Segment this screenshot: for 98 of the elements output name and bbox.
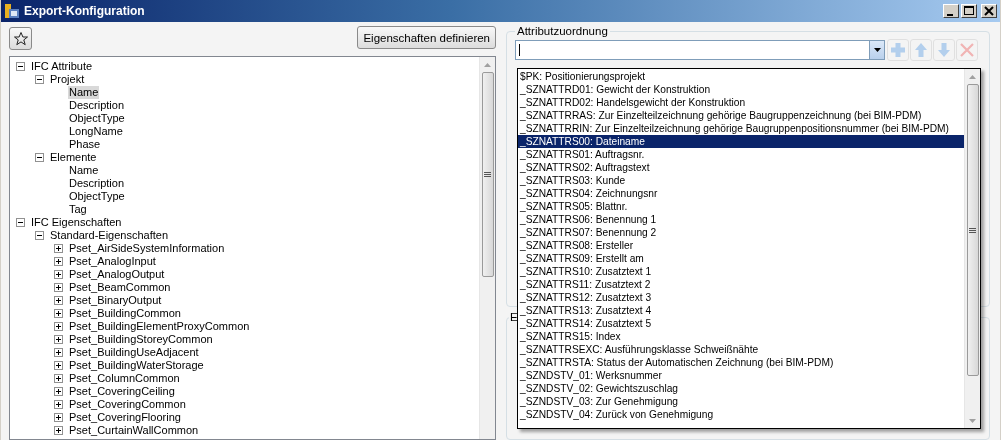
tree-item[interactable]: Pset_BuildingUseAdjacent [68,346,200,359]
expand-icon[interactable] [54,361,63,370]
tree-item[interactable]: Pset_BeamCommon [68,281,172,294]
dropdown-item[interactable]: _SZNATTRSTA: Status der Automatischen Zeichnung (bei BIM-PDM) [518,356,964,369]
add-icon [889,41,907,59]
grip-icon [969,227,976,233]
dropdown-item[interactable]: _SZNATTRS14: Zusatztext 5 [518,317,964,330]
close-button[interactable] [981,4,997,18]
scrollbar[interactable] [479,57,495,439]
window-title: Export-Konfiguration [24,4,145,18]
dropdown-item[interactable]: _SZNATTRS10: Zusatztext 1 [518,265,964,278]
tree-item[interactable]: Description [68,99,126,112]
collapse-icon[interactable] [16,218,25,227]
dropdown-item[interactable]: _SZNATTRRIN: Zur Einzelteilzeichnung gehörige Baugruppenpositionsnummer (bei BIM-PDM) [518,122,964,135]
group-title: E [509,311,519,323]
dropdown-item[interactable]: _SZNATTRRAS: Zur Einzelteilzeichnung gehörige Baugruppenzeichnung (bei BIM-PDM) [518,109,964,122]
dropdown-item[interactable]: _SZNATTRS03: Kunde [518,174,964,187]
dropdown-item[interactable]: _SZNATTRD01: Gewicht der Konstruktion [518,83,964,96]
expand-icon[interactable] [54,400,63,409]
expand-icon[interactable] [54,270,63,279]
down-arrow-icon [935,41,953,59]
dropdown-item[interactable]: _SZNDSTV_01: Werksnummer [518,369,964,382]
dropdown-item[interactable]: _SZNATTRS06: Benennung 1 [518,213,964,226]
tree-item[interactable]: LongName [68,125,124,138]
tree-item[interactable]: ObjectType [68,112,126,125]
dropdown-item[interactable]: _SZNATTRS01: Auftragsnr. [518,148,964,161]
maximize-button[interactable] [961,4,977,18]
tree-item[interactable]: Pset_BinaryOutput [68,294,163,307]
tree-item[interactable]: Pset_CoveringCommon [68,398,187,411]
grip-icon [484,172,491,177]
dropdown-button[interactable] [869,41,884,59]
tree-item[interactable]: Pset_CurtainWallCommon [68,424,200,437]
tree-item[interactable]: Pset_ColumnCommon [68,372,181,385]
minimize-icon [946,13,953,16]
dropdown-item[interactable]: _SZNDSTV_04: Zurück von Genehmigung [518,408,964,421]
tree-item[interactable]: Pset_CoveringFlooring [68,411,182,424]
expand-icon[interactable] [54,322,63,331]
expand-icon[interactable] [54,387,63,396]
dropdown-item[interactable]: $PK: Positionierungsprojekt [518,70,964,83]
collapse-icon[interactable] [35,231,44,240]
star-icon [12,30,29,47]
tree-item[interactable]: IFC Attribute [30,60,94,73]
tree-item[interactable]: Description [68,177,126,190]
dropdown-item[interactable]: _SZNDSTV_03: Zur Genehmigung [518,395,964,408]
close-icon [984,6,994,16]
tree-item[interactable]: Elemente [49,151,98,164]
dropdown-item[interactable]: _SZNATTRSEXC: Ausführungsklasse Schweißnähte [518,343,964,356]
dropdown-item[interactable]: _SZNATTRS04: Zeichnungsnr [518,187,964,200]
dropdown-item[interactable]: _SZNATTRS08: Ersteller [518,239,964,252]
tree-item[interactable]: Phase [68,138,102,151]
delete-icon [958,41,976,59]
dropdown-item[interactable]: _SZNATTRS00: Dateiname [518,135,964,148]
expand-icon[interactable] [54,348,63,357]
collapse-icon[interactable] [16,62,25,71]
dropdown-item[interactable]: _SZNATTRS11: Zusatztext 2 [518,278,964,291]
expand-icon[interactable] [54,309,63,318]
tree-item[interactable]: Tag [68,203,88,216]
favorite-button[interactable] [9,27,32,50]
collapse-icon[interactable] [35,75,44,84]
expand-icon[interactable] [54,374,63,383]
expand-icon[interactable] [54,335,63,344]
dropdown-item[interactable]: _SZNATTRD02: Handelsgewicht der Konstruktion [518,96,964,109]
tree-item[interactable]: Name [68,164,100,177]
dropdown-item[interactable]: _SZNATTRS07: Benennung 2 [518,226,964,239]
expand-icon[interactable] [54,244,63,253]
dropdown-item[interactable]: _SZNATTRS02: Auftragstext [518,161,964,174]
tree-item[interactable]: Pset_BuildingWaterStorage [68,359,205,372]
tree-item[interactable]: Pset_BuildingCommon [68,307,182,320]
caret-icon [873,48,881,52]
tree-item[interactable]: IFC Eigenschaften [30,216,123,229]
expand-icon[interactable] [54,413,63,422]
dropdown-item[interactable]: _SZNATTRS15: Index [518,330,964,343]
expand-icon[interactable] [54,257,63,266]
tree-item[interactable]: Pset_CoveringCeiling [68,385,176,398]
collapse-icon[interactable] [35,153,44,162]
dropdown-item[interactable]: _SZNATTRS13: Zusatztext 4 [518,304,964,317]
tree-item[interactable]: Standard-Eigenschaften [49,229,170,242]
tree-item[interactable]: Pset_AnalogOutput [68,268,166,281]
tree-item[interactable]: Pset_AnalogInput [68,255,157,268]
tree-item[interactable]: Projekt [49,73,86,86]
tree-item[interactable]: ObjectType [68,190,126,203]
app-icon [4,3,20,19]
minimize-button[interactable] [943,4,959,18]
dropdown-item[interactable]: _SZNATTRS12: Zusatztext 3 [518,291,964,304]
dropdown-item[interactable]: _SZNDSTV_02: Gewichtszuschlag [518,382,964,395]
dropdown-item[interactable]: _SZNATTRS09: Erstellt am [518,252,964,265]
maximize-icon [964,6,974,16]
define-properties-button[interactable]: Eigenschaften definieren [357,26,496,49]
tree-item[interactable]: Name [68,86,100,99]
group-title: Attributzuordnung [516,25,609,37]
up-arrow-icon [912,41,930,59]
expand-icon[interactable] [54,283,63,292]
expand-icon[interactable] [54,296,63,305]
dropdown-item[interactable]: _SZNATTRS05: Blattnr. [518,200,964,213]
tree-item[interactable]: Pset_AirSideSystemInformation [68,242,226,255]
expand-icon[interactable] [54,426,63,435]
tree-item[interactable]: Pset_BuildingStoreyCommon [68,333,214,346]
tree-item[interactable]: Pset_BuildingElementProxyCommon [68,320,251,333]
